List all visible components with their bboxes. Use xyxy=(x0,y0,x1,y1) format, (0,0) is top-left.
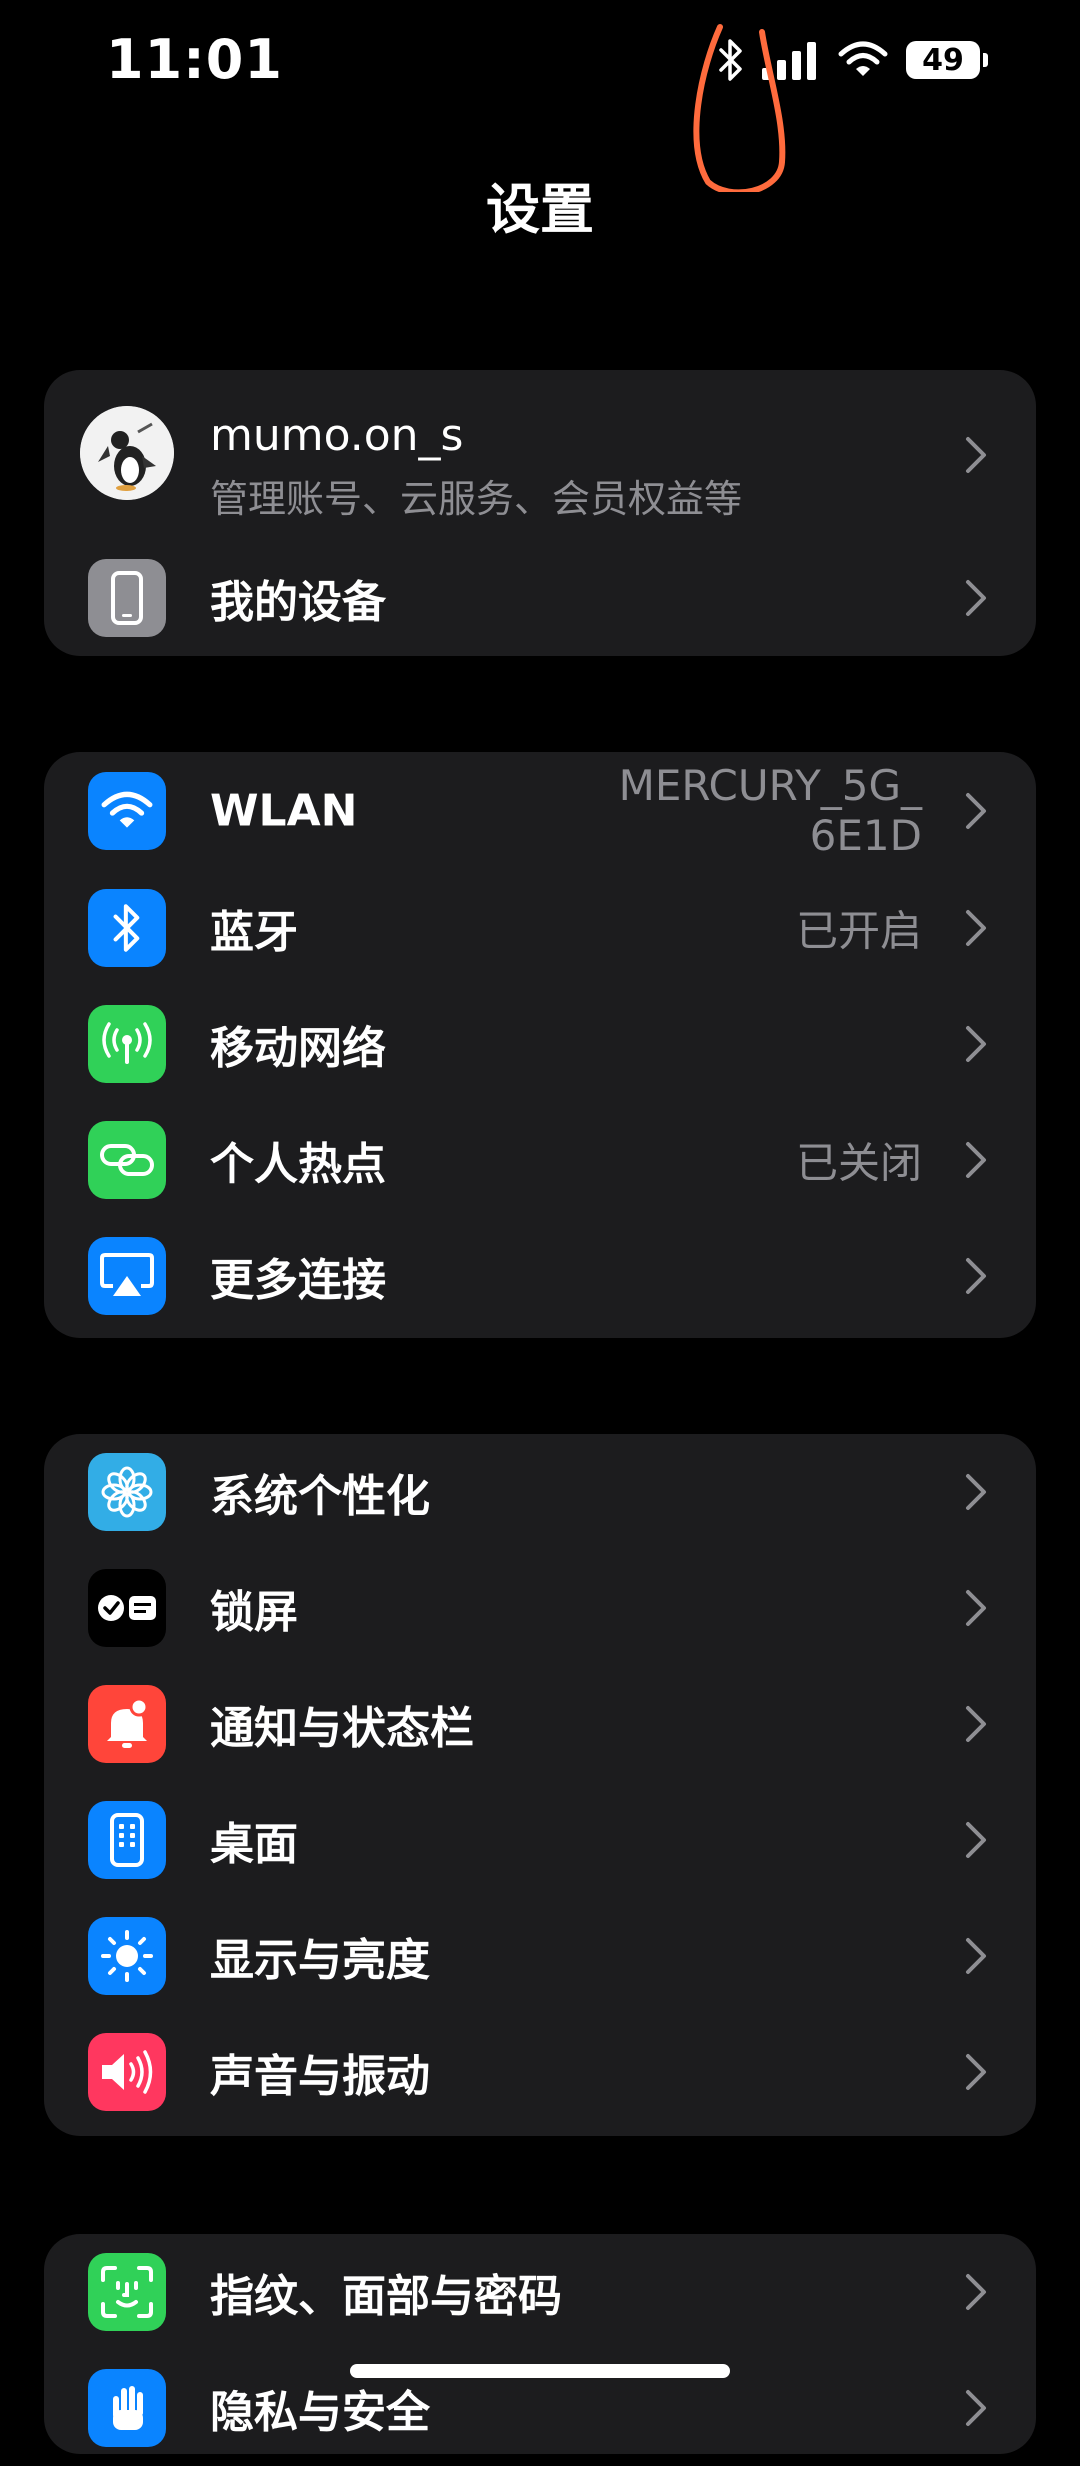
security-group: 指纹、面部与密码 隐私与安全 xyxy=(44,2234,1036,2454)
system-personalization-label: 系统个性化 xyxy=(210,1471,430,1522)
face-id-icon xyxy=(88,2253,166,2331)
lock-screen-icon xyxy=(88,1569,166,1647)
chevron-right-icon xyxy=(966,2274,986,2310)
wlan-label: WLAN xyxy=(210,785,358,837)
mobile-network-row[interactable]: 移动网络 xyxy=(44,986,1036,1102)
wifi-icon xyxy=(838,41,888,76)
phone-icon xyxy=(88,559,166,637)
chevron-right-icon xyxy=(966,2054,986,2090)
chevron-right-icon xyxy=(966,1590,986,1626)
home-screen-icon xyxy=(88,1801,166,1879)
speaker-icon xyxy=(88,2033,166,2111)
wlan-row[interactable]: WLAN MERCURY_5G_ 6E1D xyxy=(44,752,1036,870)
antenna-icon xyxy=(88,1005,166,1083)
bluetooth-icon xyxy=(88,889,166,967)
my-device-row[interactable]: 我的设备 xyxy=(44,540,1036,656)
my-device-label: 我的设备 xyxy=(210,577,386,628)
wifi-icon xyxy=(88,772,166,850)
chevron-right-icon xyxy=(966,1474,986,1510)
account-row[interactable]: mumo.on_s 管理账号、云服务、会员权益等 xyxy=(44,370,1036,540)
lock-screen-row[interactable]: 锁屏 xyxy=(44,1550,1036,1666)
chevron-right-icon xyxy=(966,1026,986,1062)
display-brightness-label: 显示与亮度 xyxy=(210,1935,430,1986)
status-time: 11:01 xyxy=(106,28,283,91)
personalization-group: 系统个性化 锁屏 通知与状态栏 桌面 显示与亮度 声音与振动 xyxy=(44,1434,1036,2136)
chevron-right-icon xyxy=(966,1938,986,1974)
chevron-right-icon xyxy=(966,2390,986,2426)
bell-icon xyxy=(88,1685,166,1763)
chevron-right-icon xyxy=(966,1258,986,1294)
hotspot-row[interactable]: 个人热点 已关闭 xyxy=(44,1102,1036,1218)
airplay-icon xyxy=(88,1237,166,1315)
bluetooth-value: 已开启 xyxy=(795,906,922,956)
notifications-label: 通知与状态栏 xyxy=(210,1703,474,1754)
chevron-right-icon xyxy=(966,580,986,616)
flower-icon xyxy=(88,1453,166,1531)
chevron-right-icon xyxy=(966,910,986,946)
biometrics-row[interactable]: 指纹、面部与密码 xyxy=(44,2234,1036,2350)
account-name: mumo.on_s xyxy=(210,410,464,461)
notifications-row[interactable]: 通知与状态栏 xyxy=(44,1666,1036,1782)
page-title: 设置 xyxy=(486,178,594,241)
avatar xyxy=(80,406,174,500)
home-indicator[interactable] xyxy=(350,2364,730,2378)
battery-icon: 49 xyxy=(906,41,988,79)
wlan-value-line2: 6E1D xyxy=(809,811,922,860)
hotspot-label: 个人热点 xyxy=(210,1139,386,1190)
sound-vibration-label: 声音与振动 xyxy=(210,2051,430,2102)
display-brightness-row[interactable]: 显示与亮度 xyxy=(44,1898,1036,2014)
system-personalization-row[interactable]: 系统个性化 xyxy=(44,1434,1036,1550)
penguin-avatar-icon xyxy=(80,406,174,500)
privacy-security-label: 隐私与安全 xyxy=(210,2387,430,2438)
sun-icon xyxy=(88,1917,166,1995)
more-connections-row[interactable]: 更多连接 xyxy=(44,1218,1036,1334)
account-subtitle: 管理账号、云服务、会员权益等 xyxy=(210,477,743,521)
hotspot-value: 已关闭 xyxy=(795,1138,922,1188)
wlan-value-line1: MERCURY_5G_ xyxy=(618,761,922,810)
wlan-value: MERCURY_5G_ 6E1D xyxy=(619,761,922,861)
home-screen-label: 桌面 xyxy=(210,1819,298,1870)
account-group: mumo.on_s 管理账号、云服务、会员权益等 我的设备 xyxy=(44,370,1036,656)
home-screen-row[interactable]: 桌面 xyxy=(44,1782,1036,1898)
bluetooth-label: 蓝牙 xyxy=(210,907,298,958)
mobile-network-label: 移动网络 xyxy=(210,1023,386,1074)
chevron-right-icon xyxy=(966,793,986,829)
chevron-right-icon xyxy=(966,1706,986,1742)
hand-icon xyxy=(88,2369,166,2447)
connections-group: WLAN MERCURY_5G_ 6E1D 蓝牙 已开启 移动网络 个人热点 已… xyxy=(44,752,1036,1338)
status-bar: 11:01 49 xyxy=(0,0,1080,192)
lock-screen-label: 锁屏 xyxy=(210,1587,298,1638)
bluetooth-row[interactable]: 蓝牙 已开启 xyxy=(44,870,1036,986)
biometrics-label: 指纹、面部与密码 xyxy=(210,2271,562,2322)
chevron-right-icon xyxy=(966,437,986,473)
more-connections-label: 更多连接 xyxy=(210,1255,386,1306)
chevron-right-icon xyxy=(966,1822,986,1858)
hotspot-link-icon xyxy=(88,1121,166,1199)
sound-vibration-row[interactable]: 声音与振动 xyxy=(44,2014,1036,2130)
chevron-right-icon xyxy=(966,1142,986,1178)
